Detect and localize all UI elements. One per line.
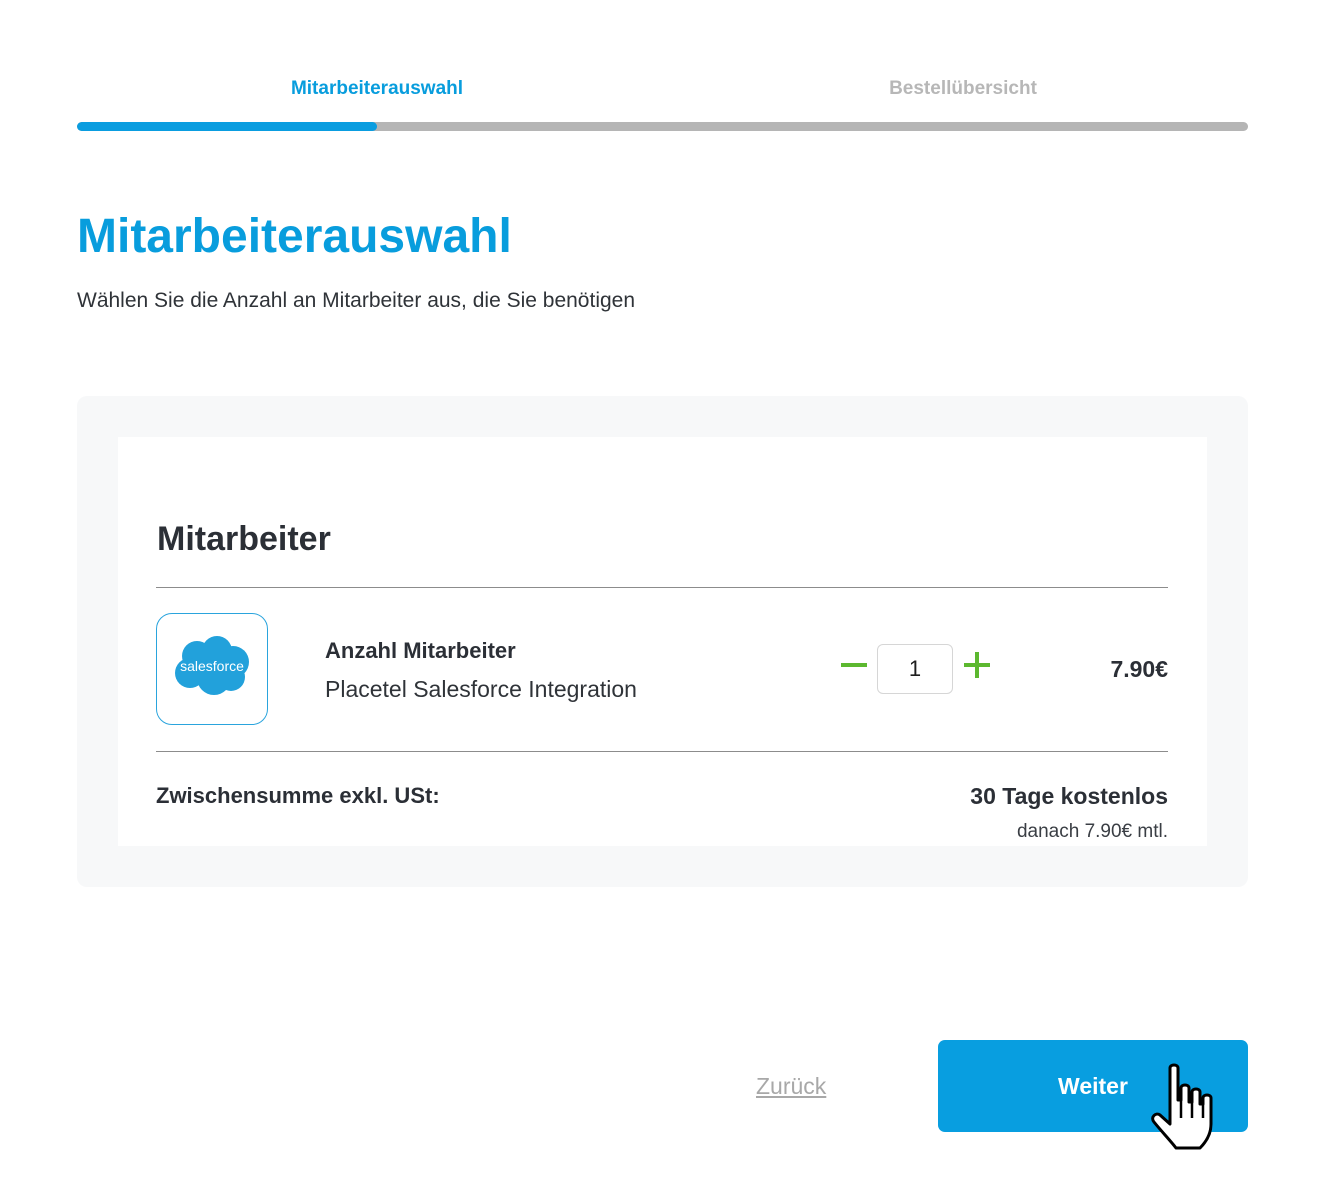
page-title: Mitarbeiterauswahl: [77, 210, 512, 263]
decrement-button[interactable]: [839, 650, 869, 680]
back-link[interactable]: Zurück: [756, 1071, 826, 1101]
after-trial-price: danach 7.90€ mtl.: [1016, 821, 1168, 842]
plus-icon: [964, 652, 990, 678]
item-title: Anzahl Mitarbeiter: [325, 638, 516, 663]
progress-fill: [77, 122, 377, 131]
item-subtitle: Placetel Salesforce Integration: [325, 676, 637, 702]
salesforce-cloud-icon: salesforce: [175, 636, 249, 695]
trial-label: 30 Tage kostenlos: [970, 783, 1168, 809]
hand-pointer-icon: [1151, 1063, 1213, 1150]
item-price: 7.90€: [1110, 656, 1168, 682]
divider: [156, 751, 1168, 752]
step-employee-selection[interactable]: Mitarbeiterauswahl: [77, 76, 677, 102]
subtotal-label: Zwischensumme exkl. USt:: [156, 783, 440, 808]
selection-panel: Mitarbeiter salesforce Anzahl Mitarbeite…: [77, 396, 1248, 887]
progress-track: [77, 122, 1248, 131]
minus-icon: [841, 663, 867, 667]
checkout-stepper: Mitarbeiterauswahl Bestellübersicht: [77, 76, 1248, 132]
quantity-input[interactable]: 1: [877, 644, 953, 694]
product-logo: salesforce: [156, 613, 268, 725]
increment-button[interactable]: [962, 650, 992, 680]
divider: [156, 587, 1168, 588]
employee-card: Mitarbeiter salesforce Anzahl Mitarbeite…: [118, 437, 1207, 846]
step-order-overview[interactable]: Bestellübersicht: [663, 76, 1263, 102]
card-title: Mitarbeiter: [157, 520, 331, 558]
page-subtitle: Wählen Sie die Anzahl an Mitarbeiter aus…: [77, 289, 636, 312]
logo-text: salesforce: [180, 658, 244, 674]
